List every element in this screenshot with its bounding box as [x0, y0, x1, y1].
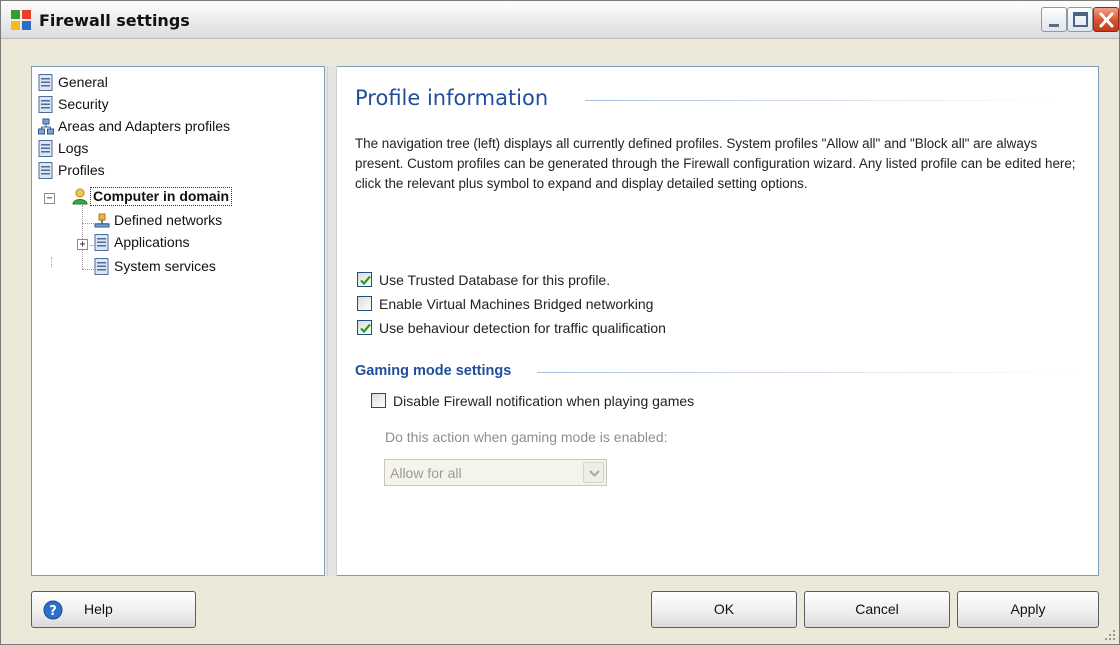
checkbox-box[interactable]: [357, 320, 372, 335]
apply-button[interactable]: Apply: [957, 591, 1099, 628]
ok-button[interactable]: OK: [651, 591, 797, 628]
navigation-tree[interactable]: General Security Areas and Adapters prof…: [31, 66, 325, 576]
dropdown-arrow-button[interactable]: [583, 462, 604, 483]
svg-text:?: ?: [49, 604, 57, 619]
button-label: Cancel: [855, 601, 899, 617]
help-icon: ?: [43, 600, 63, 620]
minimize-button[interactable]: [1041, 7, 1067, 32]
checkbox-box[interactable]: [357, 272, 372, 287]
checkbox-label: Enable Virtual Machines Bridged networki…: [379, 296, 654, 312]
list-page-icon: [94, 234, 109, 251]
help-button[interactable]: ? Help: [31, 591, 196, 628]
tree-item-label: Defined networks: [114, 212, 223, 228]
cancel-button[interactable]: Cancel: [804, 591, 950, 628]
maximize-icon: [1073, 12, 1088, 27]
tree-line: [82, 223, 94, 224]
tree-line: [82, 205, 83, 269]
checkbox-box[interactable]: [357, 296, 372, 311]
checkbox-label: Disable Firewall notification when playi…: [393, 393, 695, 409]
button-label: Apply: [1010, 601, 1046, 617]
button-label: Help: [84, 601, 113, 617]
network-adapters-icon: [38, 118, 54, 135]
user-profile-icon: [72, 188, 88, 205]
tree-item-label: Areas and Adapters profiles: [58, 118, 230, 134]
list-page-icon: [38, 140, 53, 157]
page-title: Profile information: [355, 86, 549, 110]
checkbox-box[interactable]: [371, 393, 386, 408]
close-button[interactable]: [1093, 7, 1119, 32]
close-icon: [1099, 12, 1114, 28]
list-page-icon: [38, 162, 53, 179]
collapse-toggle[interactable]: −: [44, 193, 55, 204]
section-divider: [537, 372, 1077, 373]
network-icon: [94, 213, 110, 228]
avg-logo-icon: [11, 10, 31, 30]
profile-information-panel: Profile information The navigation tree …: [337, 66, 1099, 576]
tree-item-label: General: [58, 74, 108, 90]
maximize-button[interactable]: [1067, 7, 1093, 32]
tree-item-label: Profiles: [58, 162, 105, 178]
gaming-mode-section-title: Gaming mode settings: [355, 363, 512, 379]
select-value: Allow for all: [390, 465, 462, 481]
list-page-icon: [94, 258, 109, 275]
check-mark-icon: [360, 323, 371, 334]
check-mark-icon: [360, 275, 371, 286]
list-page-icon: [38, 96, 53, 113]
tree-item-label: System services: [114, 258, 216, 274]
tree-item-label: Computer in domain: [90, 187, 233, 206]
panel-splitter[interactable]: [327, 66, 337, 576]
title-bar[interactable]: Firewall settings: [1, 1, 1119, 39]
tree-item-label: Security: [58, 96, 109, 112]
gaming-action-select[interactable]: Allow for all: [384, 459, 607, 486]
tree-item-label: Applications: [114, 234, 190, 250]
checkbox-label: Use Trusted Database for this profile.: [379, 272, 611, 288]
button-label: OK: [713, 601, 735, 617]
minimize-icon: [1049, 24, 1059, 27]
chevron-down-icon: [589, 470, 600, 477]
firewall-settings-window: Firewall settings General Security Areas…: [0, 0, 1120, 645]
tree-line: [82, 269, 94, 270]
window-title: Firewall settings: [39, 11, 190, 30]
checkbox-label: Use behaviour detection for traffic qual…: [379, 320, 666, 336]
gaming-action-label: Do this action when gaming mode is enabl…: [385, 429, 668, 445]
tree-line: [51, 257, 52, 267]
expand-toggle[interactable]: +: [77, 239, 88, 250]
title-divider: [585, 100, 1055, 101]
tree-item-label: Logs: [58, 140, 89, 156]
list-page-icon: [38, 74, 53, 91]
profile-description: The navigation tree (left) displays all …: [355, 136, 1076, 191]
resize-grip-icon[interactable]: [1103, 628, 1117, 642]
